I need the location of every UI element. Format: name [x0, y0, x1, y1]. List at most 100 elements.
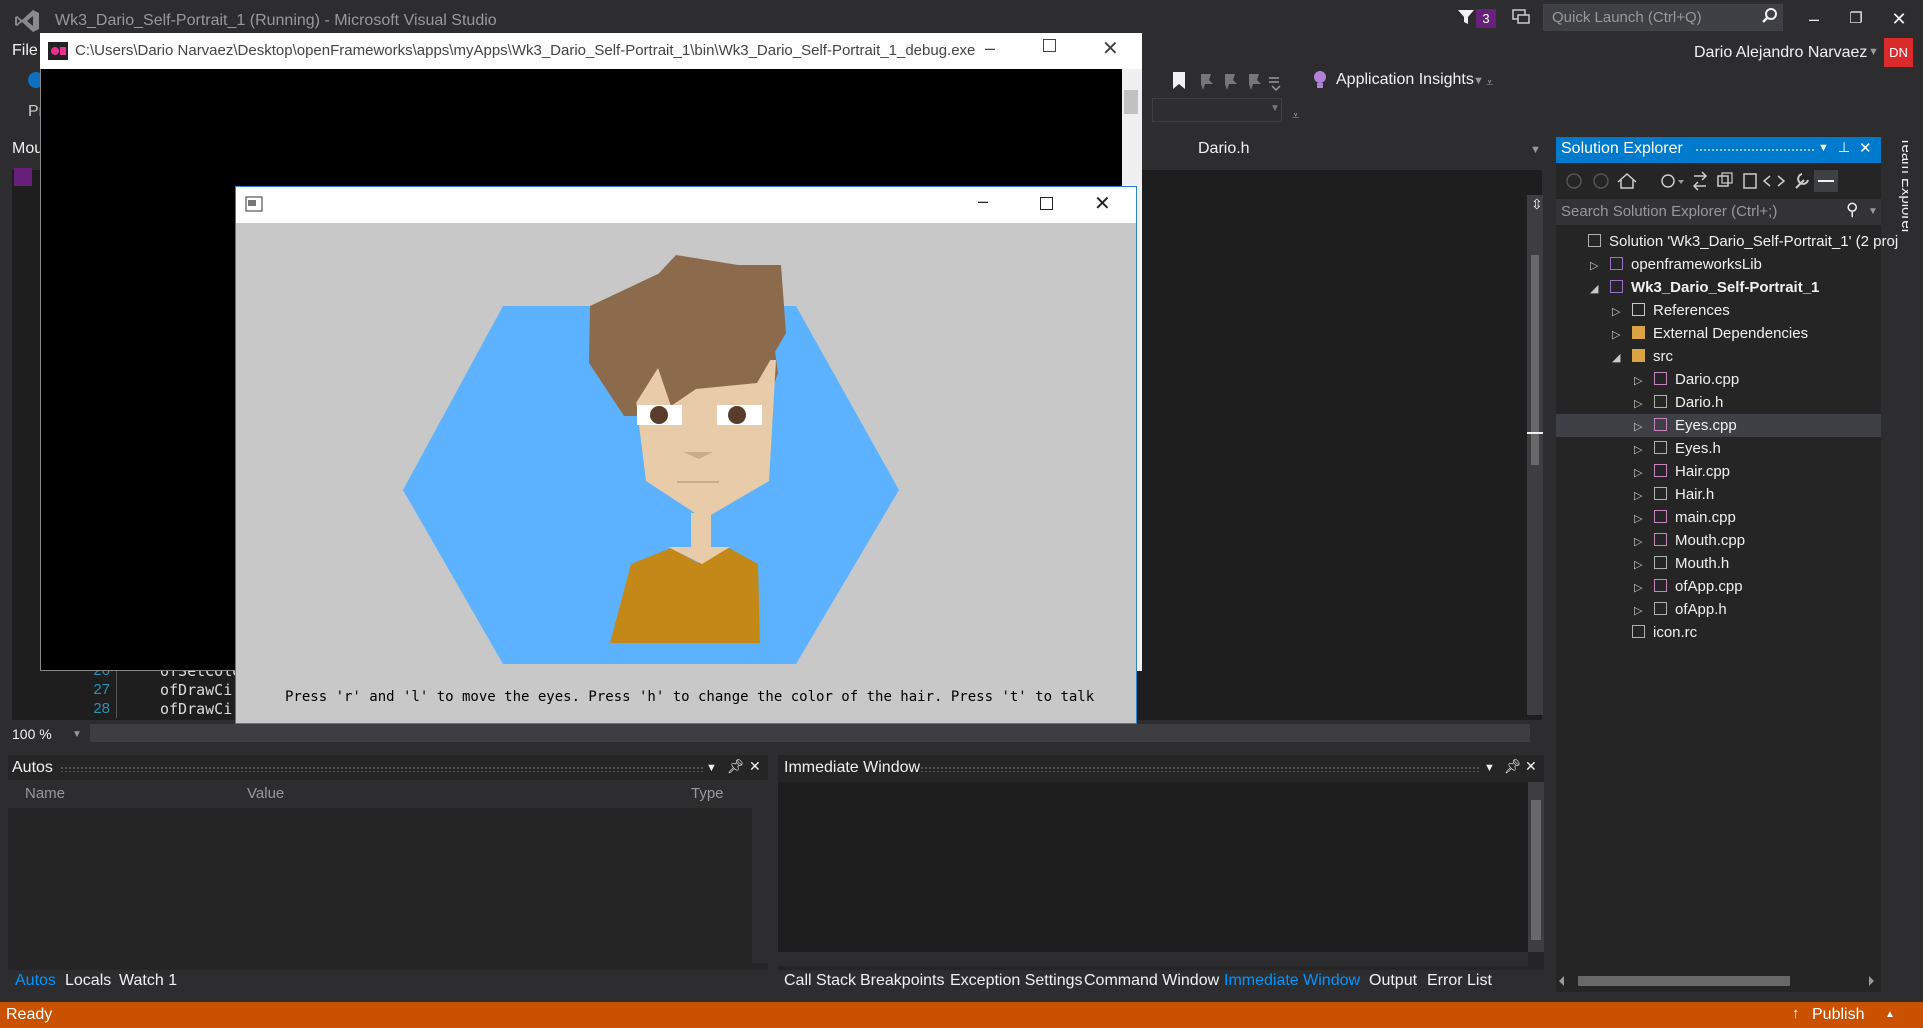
expand-arrow-icon[interactable]: ▷ — [1634, 485, 1654, 508]
chevron-down-icon[interactable]: ▼ — [1473, 75, 1484, 87]
tree-item[interactable]: ▷ Mouth.h — [1634, 552, 1729, 575]
expand-arrow-icon[interactable]: ▷ — [1612, 324, 1632, 347]
tab-watch-1[interactable]: Watch 1 — [119, 972, 177, 990]
close-button[interactable]: ✕ — [1094, 191, 1111, 216]
toolbar-overflow-icon[interactable]: ⩡ — [1486, 75, 1493, 91]
tab-immediate-window[interactable]: Immediate Window — [1224, 972, 1360, 990]
tab-command-window[interactable]: Command Window — [1084, 972, 1219, 990]
tab-locals[interactable]: Locals — [65, 972, 111, 990]
chevron-down-icon[interactable]: ▼ — [72, 729, 82, 740]
tab-breakpoints[interactable]: Breakpoints — [860, 972, 945, 990]
portrait-canvas[interactable] — [236, 223, 1136, 723]
chevron-down-icon[interactable]: ▼ — [1530, 144, 1541, 156]
team-explorer-tab[interactable]: Team Explorer — [1886, 135, 1908, 255]
application-insights-button[interactable]: Application Insights — [1336, 71, 1474, 89]
column-header-name[interactable]: Name — [25, 785, 65, 802]
solution-explorer-search-input[interactable]: Search Solution Explorer (Ctrl+;) — [1556, 199, 1881, 225]
publish-button[interactable]: Publish — [1812, 1006, 1864, 1024]
tab-output[interactable]: Output — [1369, 972, 1417, 990]
expand-arrow-icon[interactable]: ▷ — [1612, 301, 1632, 324]
expand-arrow-icon[interactable]: ▷ — [1634, 531, 1654, 554]
chevron-down-icon[interactable]: ▼ — [1868, 46, 1879, 58]
solution-explorer-toolbar[interactable] — [1556, 166, 1881, 196]
minimize-button[interactable]: – — [985, 38, 995, 59]
zoom-level[interactable]: 100 % — [12, 726, 52, 742]
tree-item[interactable]: ▷ Hair.h — [1634, 483, 1714, 506]
tree-item[interactable]: ▷ ofApp.cpp — [1634, 575, 1743, 598]
solution-explorer-horizontal-scrollbar[interactable] — [1556, 972, 1881, 990]
tab-call-stack[interactable]: Call Stack — [784, 972, 856, 990]
pin-icon[interactable]: ⊥ — [1838, 139, 1850, 156]
chevron-down-icon[interactable]: ▼ — [1818, 142, 1829, 154]
panel-grip[interactable] — [920, 766, 1480, 772]
search-icon[interactable] — [1761, 7, 1779, 25]
tree-item[interactable]: ▷ Mouth.cpp — [1634, 529, 1745, 552]
tree-item[interactable]: ▷ External Dependencies — [1612, 322, 1808, 345]
search-icon[interactable]: ⚲ — [1846, 200, 1858, 220]
expand-arrow-icon[interactable]: ▷ — [1634, 439, 1654, 462]
panel-grip[interactable] — [1695, 148, 1815, 153]
column-header-type[interactable]: Type — [691, 785, 724, 802]
expand-arrow-icon[interactable]: ▷ — [1634, 393, 1654, 416]
tree-item[interactable]: ▷ Dario.h — [1634, 391, 1723, 414]
chevron-up-icon[interactable]: ▲ — [1885, 1009, 1895, 1020]
tree-item[interactable]: ◢ Wk3_Dario_Self-Portrait_1 — [1590, 276, 1819, 299]
notification-flag-icon[interactable] — [1456, 7, 1476, 27]
immediate-scroll-thumb[interactable] — [1531, 800, 1541, 940]
arrow-up-icon[interactable]: ↑ — [1792, 1005, 1800, 1022]
feedback-icon[interactable] — [1510, 6, 1532, 28]
tree-item[interactable]: ▷ Hair.cpp — [1634, 460, 1730, 483]
tab-autos[interactable]: Autos — [15, 972, 56, 990]
notification-badge[interactable]: 3 — [1476, 9, 1496, 28]
tree-item[interactable]: ▷ ofApp.h — [1634, 598, 1727, 621]
expand-arrow-icon[interactable]: ▷ — [1634, 554, 1654, 577]
maximize-button[interactable] — [1040, 197, 1053, 210]
menu-file[interactable]: File — [12, 42, 38, 60]
pin-icon[interactable]: 📌︎ — [1504, 758, 1522, 775]
editor-horizontal-scrollbar[interactable] — [90, 724, 1530, 742]
panel-grip[interactable] — [60, 766, 705, 772]
immediate-horizontal-scrollbar[interactable] — [778, 952, 1528, 966]
close-icon[interactable]: ✕ — [1525, 758, 1537, 775]
expand-arrow-icon[interactable]: ▷ — [1590, 255, 1610, 278]
tab-exception-settings[interactable]: Exception Settings — [950, 972, 1083, 990]
restore-button[interactable]: ❐ — [1841, 6, 1871, 32]
tree-item[interactable]: ▷ Dario.cpp — [1634, 368, 1739, 391]
expand-arrow-icon[interactable]: ▷ — [1634, 577, 1654, 600]
toolbar-overflow-icon[interactable]: ⩡ — [1292, 108, 1299, 124]
code-line[interactable]: ofDrawCi — [160, 700, 232, 718]
expand-arrow-icon[interactable]: ▷ — [1634, 508, 1654, 531]
bookmark-toolbar-icons[interactable] — [1165, 70, 1285, 92]
split-icon[interactable]: ⇳ — [1531, 196, 1543, 213]
immediate-window-input[interactable] — [778, 782, 1528, 952]
maximize-button[interactable] — [1043, 39, 1056, 52]
tree-item[interactable]: Solution 'Wk3_Dario_Self-Portrait_1' (2 … — [1568, 230, 1898, 253]
expand-arrow-icon[interactable]: ▷ — [1634, 600, 1654, 623]
console-scroll-thumb[interactable] — [1124, 90, 1138, 114]
tree-item[interactable]: ▷ main.cpp — [1634, 506, 1736, 529]
code-line[interactable]: ofDrawCi — [160, 681, 232, 699]
tree-item[interactable]: icon.rc — [1612, 621, 1697, 644]
minimize-button[interactable]: – — [978, 191, 988, 212]
quick-launch-input[interactable]: Quick Launch (Ctrl+Q) — [1543, 4, 1783, 31]
close-button[interactable]: ✕ — [1884, 6, 1914, 32]
column-header-value[interactable]: Value — [247, 785, 284, 802]
expand-arrow-icon[interactable]: ▷ — [1634, 370, 1654, 393]
tree-item[interactable]: ▷ openframeworksLib — [1590, 253, 1762, 276]
chevron-down-icon[interactable]: ▼ — [1868, 206, 1878, 217]
close-icon[interactable]: ✕ — [749, 758, 761, 775]
collapse-arrow-icon[interactable]: ◢ — [1612, 347, 1632, 370]
collapse-arrow-icon[interactable]: ◢ — [1590, 278, 1610, 301]
autos-scrollbar[interactable] — [752, 783, 768, 963]
user-name[interactable]: Dario Alejandro Narvaez — [1694, 44, 1867, 62]
tree-item[interactable]: ▷ Eyes.h — [1634, 437, 1721, 460]
tree-item[interactable]: ◢ src — [1612, 345, 1673, 368]
expand-arrow-icon[interactable]: ▷ — [1634, 416, 1654, 439]
navigation-dropdown[interactable] — [1152, 98, 1282, 122]
minimize-button[interactable]: ‒ — [1799, 6, 1829, 32]
chevron-down-icon[interactable]: ▼ — [706, 762, 717, 774]
tab-error-list[interactable]: Error List — [1427, 972, 1492, 990]
close-button[interactable]: ✕ — [1102, 36, 1119, 61]
expand-arrow-icon[interactable]: ▷ — [1634, 462, 1654, 485]
tree-item[interactable]: ▷ Eyes.cpp — [1634, 414, 1737, 437]
